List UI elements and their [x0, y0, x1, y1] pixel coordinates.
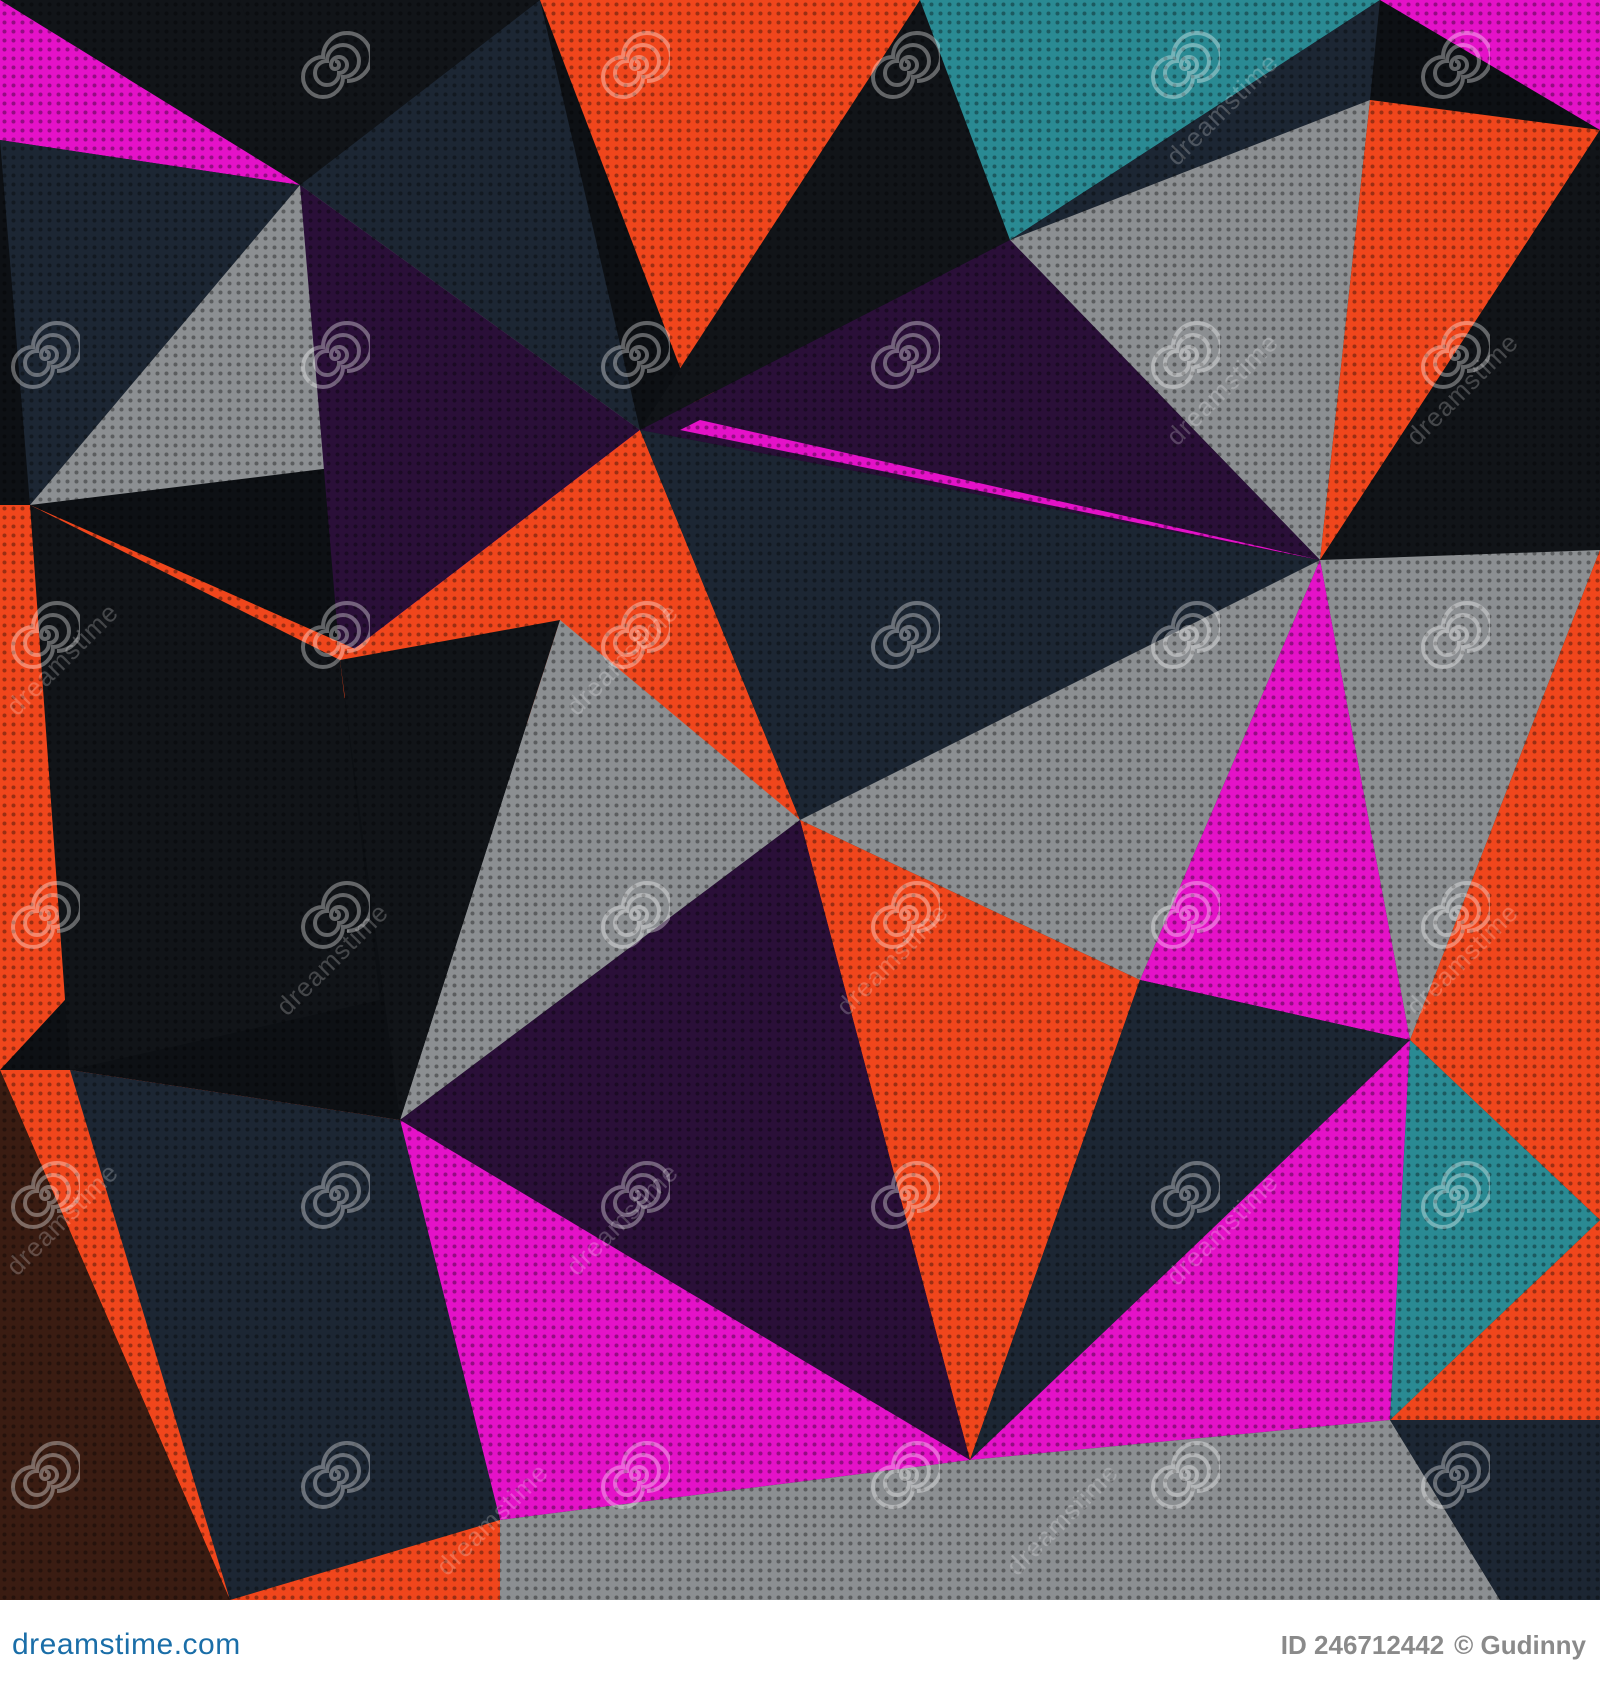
- footer-logo-text[interactable]: dreamstime.com: [12, 1628, 241, 1662]
- polygon-artwork: [0, 0, 1600, 1600]
- footer-credit: ID 246712442 © Gudinny: [1281, 1630, 1586, 1661]
- footer-bar: dreamstime.com ID 246712442 © Gudinny: [0, 1600, 1600, 1690]
- author-credit-text: © Gudinny: [1454, 1629, 1586, 1660]
- image-id-text: ID 246712442: [1280, 1629, 1445, 1660]
- halftone-overlay: [0, 0, 1600, 1600]
